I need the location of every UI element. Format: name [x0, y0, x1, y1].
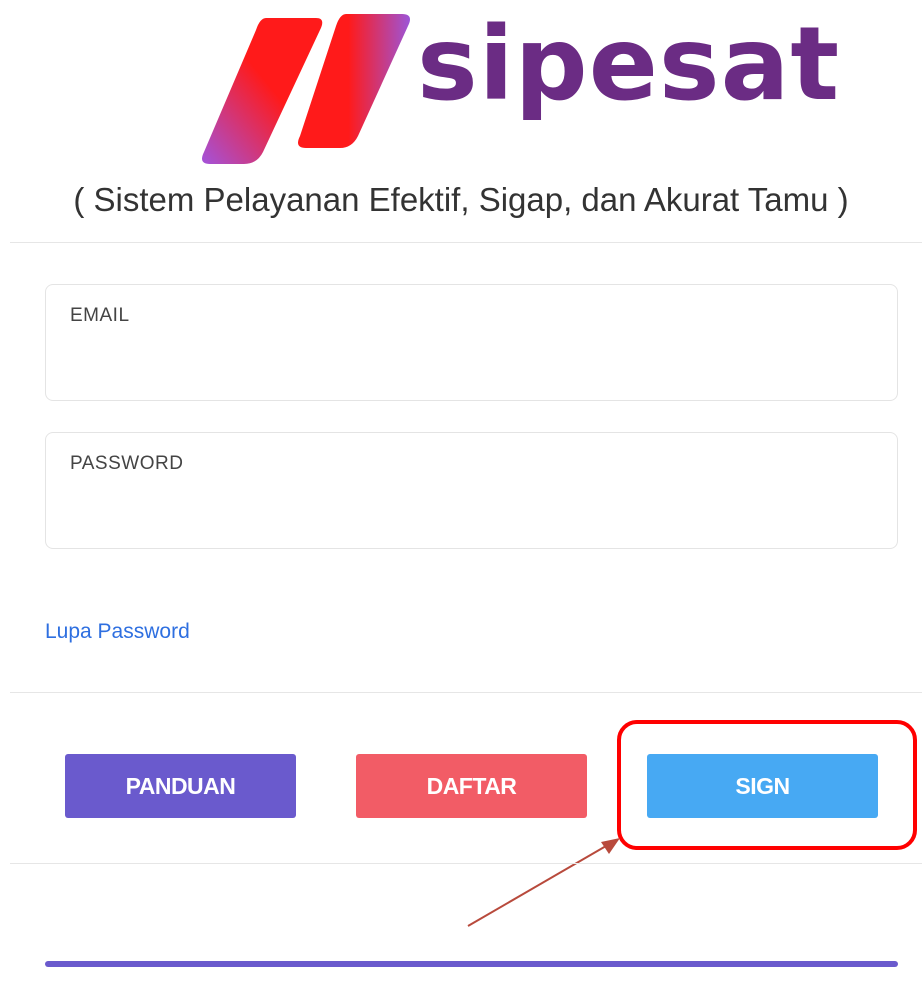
- bottom-accent-bar: [45, 961, 898, 967]
- email-label: EMAIL: [70, 305, 130, 326]
- password-field[interactable]: PASSWORD: [45, 432, 898, 549]
- password-label: PASSWORD: [70, 453, 184, 474]
- divider: [10, 692, 922, 693]
- logo-stripes-icon: [202, 14, 410, 164]
- divider: [10, 242, 922, 243]
- divider: [10, 863, 922, 864]
- arrow-pointer-icon: [467, 838, 620, 927]
- highlight-box: [617, 720, 917, 850]
- guide-button[interactable]: PANDUAN: [65, 754, 296, 818]
- password-input[interactable]: [68, 500, 875, 534]
- brand-logo: sipesat: [188, 12, 839, 167]
- email-input[interactable]: [68, 352, 875, 386]
- email-field[interactable]: EMAIL: [45, 284, 898, 401]
- register-button[interactable]: DAFTAR: [356, 754, 587, 818]
- brand-tagline: ( Sistem Pelayanan Efektif, Sigap, dan A…: [73, 181, 849, 218]
- forgot-password-link[interactable]: Lupa Password: [45, 620, 190, 644]
- brand-wordmark: sipesat: [417, 5, 841, 124]
